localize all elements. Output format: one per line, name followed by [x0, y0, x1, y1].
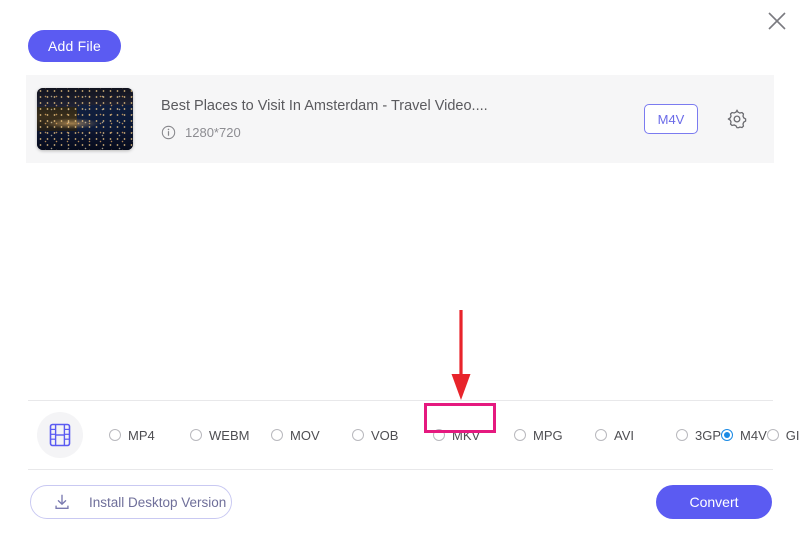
- install-desktop-version-button[interactable]: Install Desktop Version: [30, 485, 232, 519]
- close-window-button[interactable]: [760, 4, 794, 38]
- format-option-m4v[interactable]: M4V: [721, 424, 767, 447]
- format-option-label: VOB: [371, 427, 399, 443]
- file-output-format-button[interactable]: M4V: [644, 104, 698, 134]
- radio-mpg[interactable]: [514, 429, 526, 441]
- file-resolution: 1280*720: [185, 125, 241, 140]
- add-file-button[interactable]: Add File: [28, 30, 121, 62]
- format-option-label: MPG: [533, 427, 563, 443]
- format-option-label: MKV: [452, 427, 481, 443]
- file-settings-button[interactable]: [720, 102, 754, 136]
- radio-m4v[interactable]: [721, 429, 734, 441]
- install-desktop-version-label: Install Desktop Version: [89, 494, 227, 510]
- file-info: Best Places to Visit In Amsterdam - Trav…: [161, 98, 644, 140]
- radio-webm[interactable]: [190, 429, 202, 441]
- format-option-vob[interactable]: VOB: [352, 424, 433, 447]
- radio-avi[interactable]: [595, 429, 607, 441]
- convert-button[interactable]: Convert: [656, 485, 772, 519]
- format-option-webm[interactable]: WEBM: [190, 424, 271, 447]
- file-title: Best Places to Visit In Amsterdam - Trav…: [161, 98, 488, 114]
- format-option-mpg[interactable]: MPG: [514, 424, 595, 447]
- format-option-label: 3GP: [695, 427, 722, 443]
- format-option-label: MP4: [128, 427, 155, 443]
- film-strip-icon: [49, 423, 71, 447]
- info-icon: [161, 125, 176, 140]
- format-options-grid: MP4WEBMMOVVOBMKVMPGAVI3GPM4VGIFFLVYouTub…: [109, 424, 800, 447]
- format-option-avi[interactable]: AVI: [595, 424, 676, 447]
- radio-mp4[interactable]: [109, 429, 121, 441]
- radio-vob[interactable]: [352, 429, 364, 441]
- down-arrow-icon: [451, 310, 471, 400]
- format-option-label: M4V: [740, 427, 767, 443]
- format-option-mov[interactable]: MOV: [271, 424, 352, 447]
- annotation-arrow: [446, 310, 476, 402]
- format-option-label: MOV: [290, 427, 320, 443]
- format-option-mkv[interactable]: MKV: [433, 424, 514, 447]
- video-formats-tab[interactable]: [37, 412, 83, 458]
- add-file-area: Add File: [28, 30, 121, 62]
- radio-gif[interactable]: [766, 429, 779, 441]
- download-icon: [55, 494, 69, 509]
- format-option-3gp[interactable]: 3GP: [676, 424, 721, 447]
- gear-icon: [727, 109, 747, 129]
- format-option-mp4[interactable]: MP4: [109, 424, 190, 447]
- format-option-label: AVI: [614, 427, 634, 443]
- file-list-item: Best Places to Visit In Amsterdam - Trav…: [26, 75, 774, 163]
- format-option-gif[interactable]: GIF: [766, 424, 800, 447]
- format-selection-bar: MP4WEBMMOVVOBMKVMPGAVI3GPM4VGIFFLVYouTub…: [28, 400, 800, 470]
- radio-mov[interactable]: [271, 429, 283, 441]
- close-icon: [768, 12, 786, 30]
- file-subinfo: 1280*720: [161, 125, 644, 140]
- radio-mkv[interactable]: [433, 429, 445, 441]
- format-option-label: WEBM: [209, 427, 250, 443]
- format-option-label: GIF: [785, 427, 800, 443]
- file-thumbnail: [37, 88, 133, 150]
- radio-3gp[interactable]: [676, 429, 688, 441]
